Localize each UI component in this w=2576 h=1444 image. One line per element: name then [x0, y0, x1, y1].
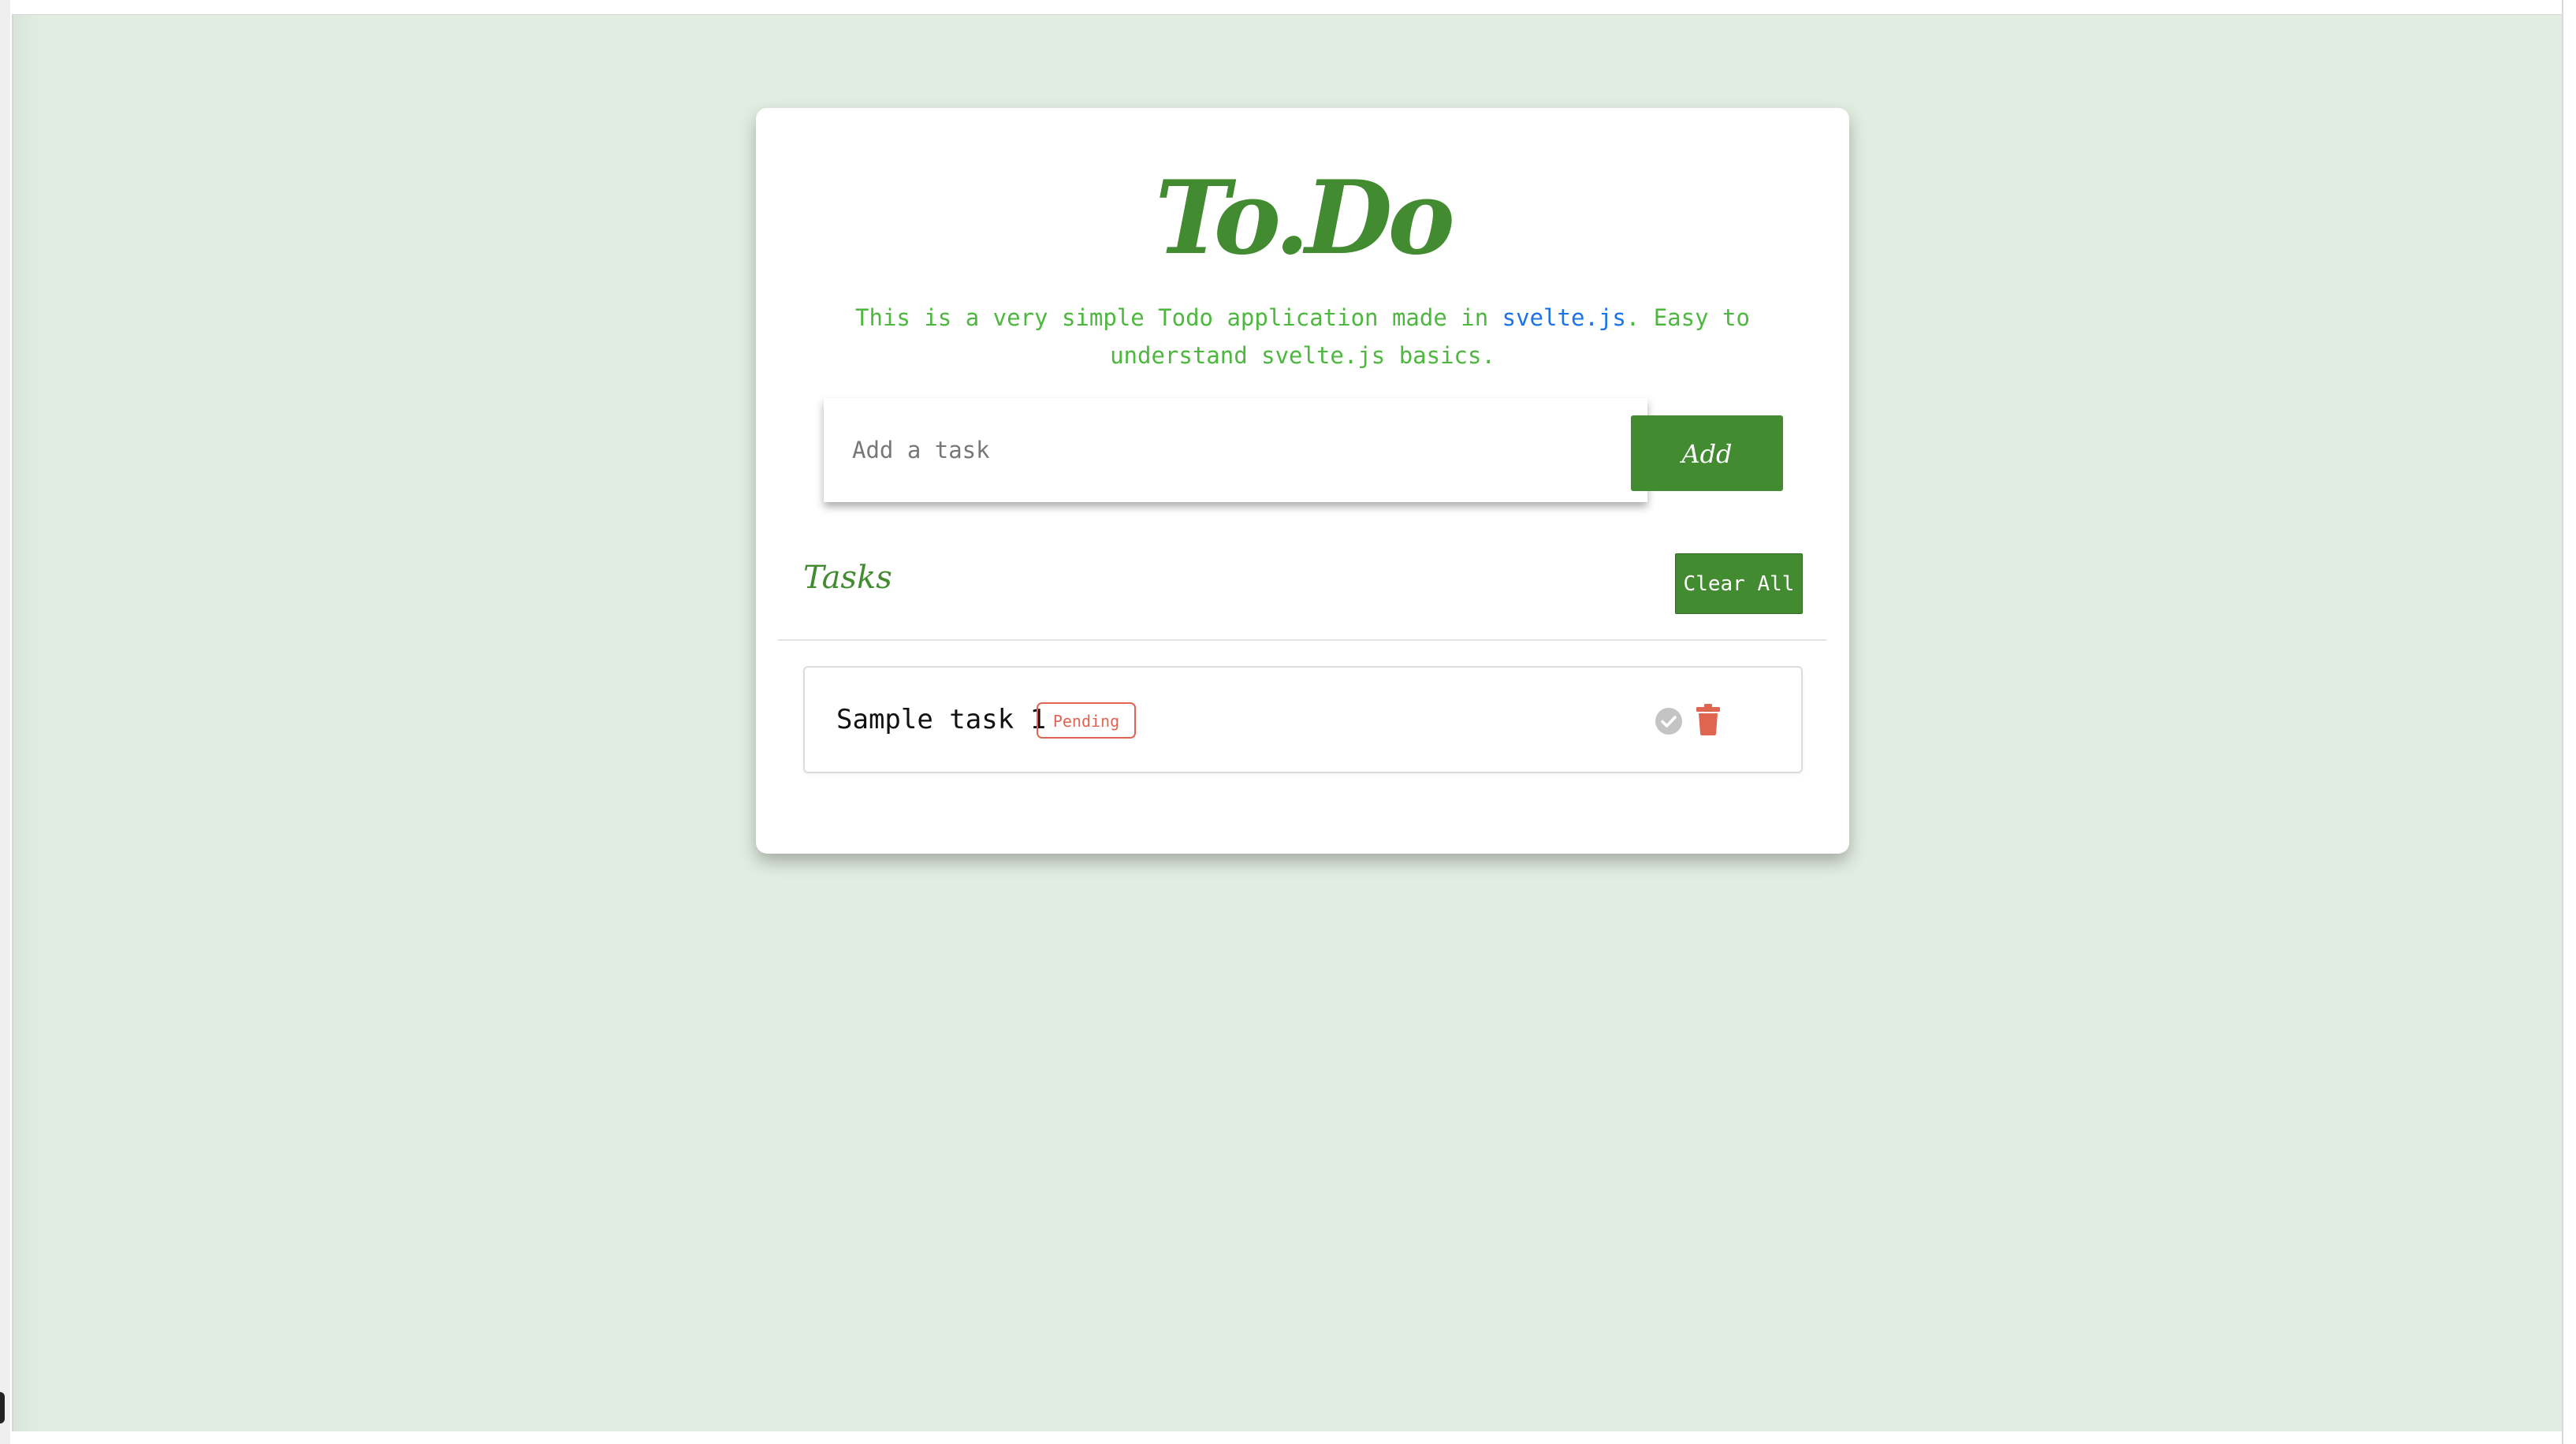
task-input[interactable]	[824, 398, 1647, 502]
task-item: Sample task 1 Pending	[803, 666, 1803, 773]
task-text: Sample task 1	[836, 704, 1047, 735]
status-badge: Pending	[1037, 702, 1136, 739]
todo-card: To.Do This is a very simple Todo applica…	[756, 108, 1849, 854]
window-corner-mark	[0, 1392, 5, 1424]
window-left-edge	[0, 0, 10, 1444]
trash-icon[interactable]	[1696, 704, 1721, 735]
tasks-heading: Tasks	[803, 560, 892, 596]
section-divider	[778, 639, 1826, 641]
clear-all-button[interactable]: Clear All	[1675, 553, 1803, 614]
intro-text: This is a very simple Todo application m…	[855, 304, 1502, 331]
svelte-link[interactable]: svelte.js	[1502, 304, 1626, 331]
app-intro: This is a very simple Todo application m…	[811, 299, 1794, 374]
check-circle-icon[interactable]	[1655, 707, 1683, 735]
window-right-edge	[2562, 0, 2576, 1444]
add-task-button[interactable]: Add	[1631, 415, 1783, 491]
app-title: To.Do	[1155, 159, 1455, 277]
page-viewport: To.Do This is a very simple Todo applica…	[12, 14, 2565, 1431]
task-input-container	[824, 398, 1647, 502]
